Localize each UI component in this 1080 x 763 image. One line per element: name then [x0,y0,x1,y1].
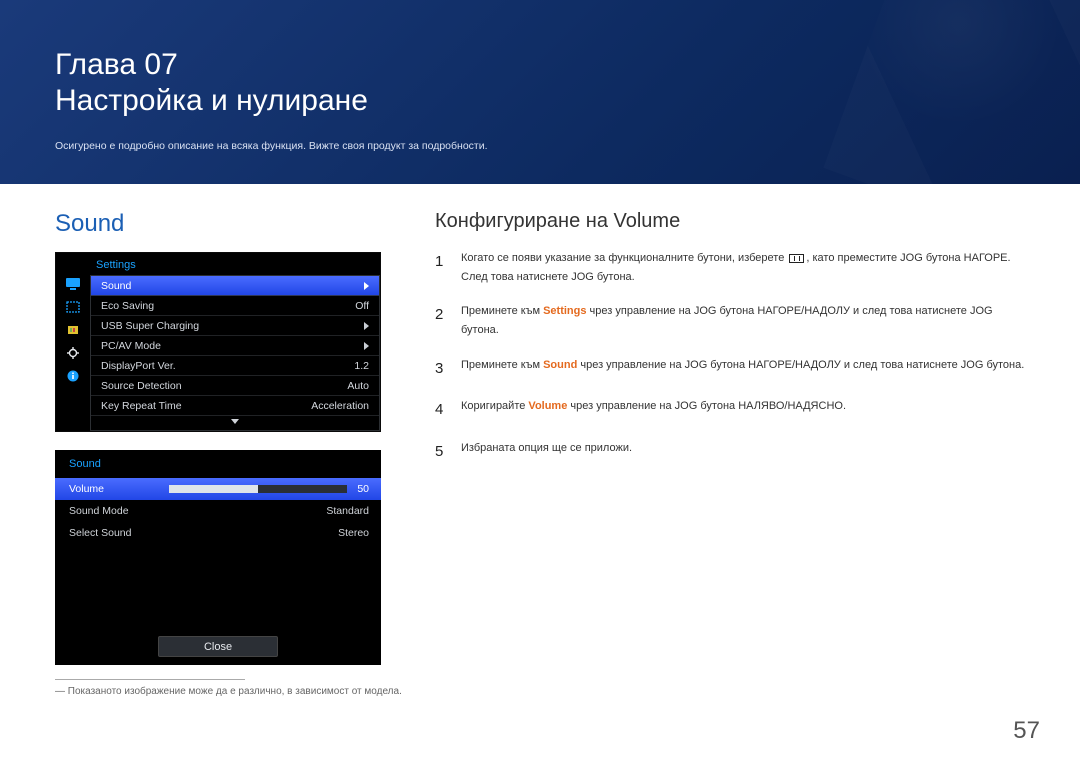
steps-list: 1 Когато се появи указание за функционалн… [435,249,1025,464]
step: 5 Избраната опция ще се приложи. [435,439,1025,465]
osd-row[interactable]: DisplayPort Ver. 1.2 [91,356,379,376]
monitor-icon [65,277,81,291]
chapter-number: 07 [144,48,177,81]
chevron-right-icon [364,322,369,330]
osd-row-label: USB Super Charging [101,320,199,332]
step-text: Избраната опция ще се приложи. [461,439,1025,465]
osd-row-label: PC/AV Mode [101,340,161,352]
step-text: Коригирайте Volume чрез управление на JO… [461,397,1025,423]
sound-row-value: Standard [326,505,369,517]
sound-row-label: Volume [69,483,159,495]
volume-slider[interactable] [169,485,347,493]
footnote-divider [55,679,245,680]
resize-icon [65,300,81,314]
menu-icon [789,254,804,263]
step: 1 Когато се появи указание за функционалн… [435,249,1025,286]
sound-row-value: Stereo [338,527,369,539]
osd-row[interactable]: Key Repeat Time Acceleration [91,396,379,416]
step-number: 3 [435,356,447,382]
step-number: 2 [435,302,447,339]
scroll-down-indicator [91,416,379,430]
sound-row-value: 50 [357,483,369,495]
footnote-text: ― Показаното изображение може да е разли… [55,686,405,697]
step-number: 1 [435,249,447,286]
info-icon [65,369,81,383]
chapter-prefix: Глава [55,48,136,81]
chapter-description: Осигурено е подробно описание на всяка ф… [55,140,1025,152]
osd-row-value: Acceleration [311,400,369,412]
osd-row-label: DisplayPort Ver. [101,360,176,372]
page-number: 57 [1013,717,1040,745]
osd-row[interactable]: Eco Saving Off [91,296,379,316]
osd-row[interactable]: PC/AV Mode [91,336,379,356]
step: 3 Преминете към Sound чрез управление на … [435,356,1025,382]
adjust-icon [65,323,81,337]
step: 4 Коригирайте Volume чрез управление на J… [435,397,1025,423]
sound-row-label: Sound Mode [69,505,159,517]
gear-icon [65,346,81,360]
osd-header: Settings [56,253,380,275]
osd-row-label: Eco Saving [101,300,154,312]
close-button[interactable]: Close [158,636,278,657]
osd-row[interactable]: Source Detection Auto [91,376,379,396]
osd-category-iconstrip [56,275,90,431]
subsection-heading: Конфигуриране на Volume [435,210,1025,233]
sound-panel-title: Sound [55,450,381,478]
keyword: Volume [528,400,567,412]
osd-row-label: Sound [101,280,131,292]
osd-settings-panel: Settings Sound Eco Saving Off USB Super Cha… [55,252,381,432]
chevron-right-icon [364,282,369,290]
keyword: Sound [543,359,577,371]
chapter-title: Настройка и нулиране [55,84,1025,118]
osd-row-label: Source Detection [101,380,182,392]
chapter-header: Глава 07 Настройка и нулиране Осигурено … [0,0,1080,184]
sound-row[interactable]: Sound Mode Standard [55,500,381,522]
osd-row-label: Key Repeat Time [101,400,182,412]
step-text: Преминете към Settings чрез управление н… [461,302,1025,339]
chapter-prefix-line: Глава 07 [55,48,1025,82]
osd-row[interactable]: USB Super Charging [91,316,379,336]
osd-sound-panel: Sound Volume 50 Sound Mode Standard Select S… [55,450,381,665]
osd-list: Sound Eco Saving Off USB Super Charging PC/A… [90,275,380,431]
section-heading-sound: Sound [55,210,405,238]
osd-row-value: Auto [347,380,369,392]
step-text: Когато се появи указание за функционални… [461,249,1025,286]
step-number: 4 [435,397,447,423]
step-text: Преминете към Sound чрез управление на J… [461,356,1025,382]
step: 2 Преминете към Settings чрез управление … [435,302,1025,339]
sound-row-label: Select Sound [69,527,159,539]
step-number: 5 [435,439,447,465]
sound-row[interactable]: Volume 50 [55,478,381,500]
osd-row-value: Off [355,300,369,312]
chevron-right-icon [364,342,369,350]
keyword: Settings [543,305,586,317]
osd-row-value: 1.2 [354,360,369,372]
sound-row[interactable]: Select Sound Stereo [55,522,381,544]
osd-row[interactable]: Sound [91,276,379,296]
